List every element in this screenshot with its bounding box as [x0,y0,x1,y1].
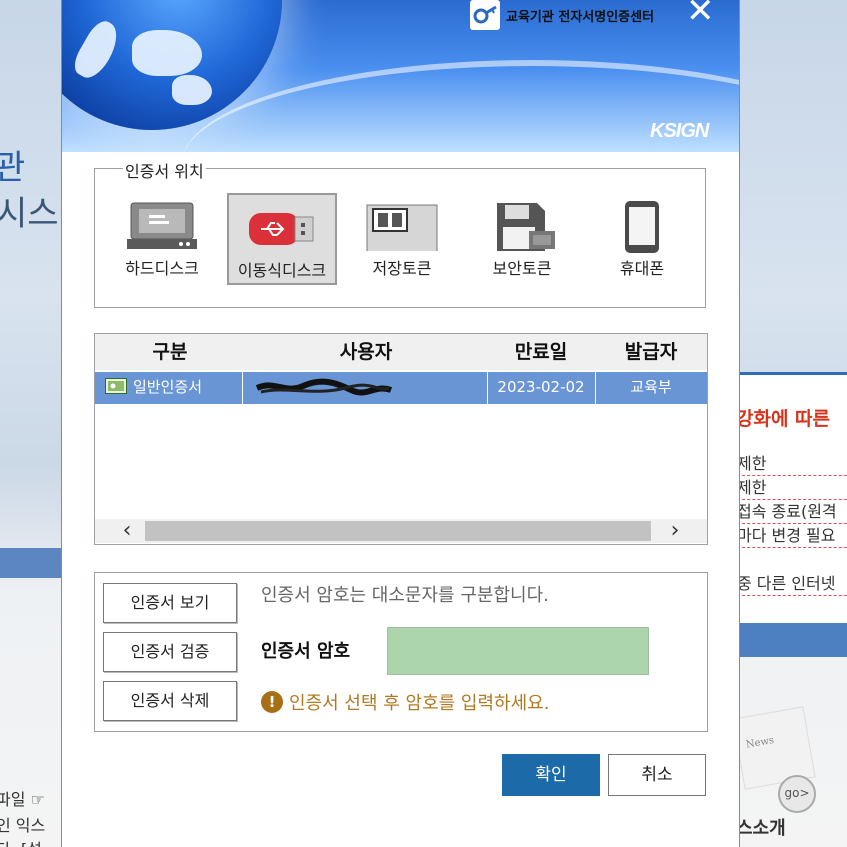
hard-disk-icon [125,201,199,255]
land-shape [172,75,212,105]
cancel-button[interactable]: 취소 [608,754,706,796]
horizontal-scrollbar[interactable]: ‹ › [95,519,707,543]
location-removable-disk[interactable]: 이동식디스크 [227,193,337,285]
mobile-phone-icon [605,201,679,257]
go-button[interactable]: go> [778,775,816,813]
location-label: 저장토큰 [372,259,432,278]
bg-heading-fragment: 관 [0,148,26,188]
column-header-type[interactable]: 구분 [95,334,245,370]
bg-intro-link[interactable]: 스소개 [736,814,786,840]
password-label: 인증서 암호 [261,641,351,662]
location-label: 보안토큰 [492,259,552,278]
bg-notice-line[interactable]: 제한 [737,474,847,500]
location-storage-token[interactable]: 저장토큰 [347,193,457,285]
location-label: 하드디스크 [125,259,199,278]
bg-notice-title[interactable]: 강화에 따른 [736,404,830,431]
security-token-icon [485,201,559,255]
certificate-password-field[interactable] [387,627,649,675]
table-row[interactable]: 일반인증서 2023-02-02 교육부 [95,372,707,404]
row-issuer-cell: 교육부 [630,378,672,396]
bg-notice-line[interactable]: 중 다른 인터넷 [737,570,847,596]
bg-text-line: 파일 ☞ [0,790,45,809]
scroll-left-icon[interactable]: ‹ [109,519,145,543]
delete-certificate-button[interactable]: 인증서 삭제 [103,681,237,721]
location-hard-disk[interactable]: 하드디스크 [107,193,217,285]
bg-notice-line[interactable]: 접속 종료(원격 [737,498,847,524]
warning-text: 인증서 선택 후 암호를 입력하세요. [289,693,550,714]
location-legend: 인증서 위치 [123,158,206,182]
row-expiry-cell: 2023-02-02 [487,372,596,404]
land-shape [69,16,125,84]
land-shape [132,30,202,76]
scroll-thumb[interactable] [145,521,651,541]
password-warning: ! 인증서 선택 후 암호를 입력하세요. [261,689,549,715]
certificate-action-panel: 인증서 보기 인증서 검증 인증서 삭제 인증서 암호는 대소문자를 구분합니다… [94,572,708,732]
certificate-dialog: 교육기관 전자서명인증센터 ✕ KSIGN 인증서 위치 하드디스크 이동식디스… [61,0,740,847]
row-type-text: 일반인증서 [133,378,203,396]
row-user-cell [243,372,488,404]
bg-text-line: 다. [설 [0,836,42,847]
location-mobile-phone[interactable]: 휴대폰 [587,193,697,285]
exclamation-icon: ! [261,691,283,713]
column-header-issuer[interactable]: 발급자 [595,334,707,370]
verify-certificate-button[interactable]: 인증서 검증 [103,632,237,672]
bg-notice-line[interactable]: 마다 변경 필요 [737,522,847,548]
column-header-user[interactable]: 사용자 [245,334,487,370]
location-security-token[interactable]: 보안토큰 [467,193,577,285]
bg-heading-fragment: 시스 [0,194,59,234]
certificate-location-group: 인증서 위치 하드디스크 이동식디스크 저장토큰 보안토큰 휴대폰 [94,158,706,308]
column-header-expiry[interactable]: 만료일 [487,334,595,370]
certificate-list: 구분 사용자 만료일 발급자 일반인증서 2023-02-02 교육부 ‹ › [94,333,708,545]
view-certificate-button[interactable]: 인증서 보기 [103,583,237,623]
scroll-right-icon[interactable]: › [657,519,693,543]
banner-title: 교육기관 전자서명인증센터 [506,9,655,25]
dialog-banner: 교육기관 전자서명인증센터 ✕ KSIGN [62,0,739,152]
storage-token-icon [365,201,439,256]
location-label: 휴대폰 [619,259,665,278]
location-label: 이동식디스크 [237,261,327,280]
list-header: 구분 사용자 만료일 발급자 [95,334,707,370]
bg-text-line: 인 익스 [0,816,46,835]
close-icon[interactable]: ✕ [686,0,715,28]
ksign-logo: KSIGN [650,120,709,142]
password-case-hint: 인증서 암호는 대소문자를 구분합니다. [261,585,549,606]
banner-logo: 교육기관 전자서명인증센터 [470,0,654,30]
key-icon [470,0,500,30]
row-type-cell: 일반인증서 [95,372,243,404]
usb-drive-icon [245,203,319,257]
bg-right-band [730,623,847,657]
news-label: News [745,734,775,751]
redacted-user-scribble [255,378,393,396]
bg-notice-line[interactable]: 제한 [737,450,847,476]
certificate-icon [105,378,127,394]
ok-button[interactable]: 확인 [502,754,600,796]
